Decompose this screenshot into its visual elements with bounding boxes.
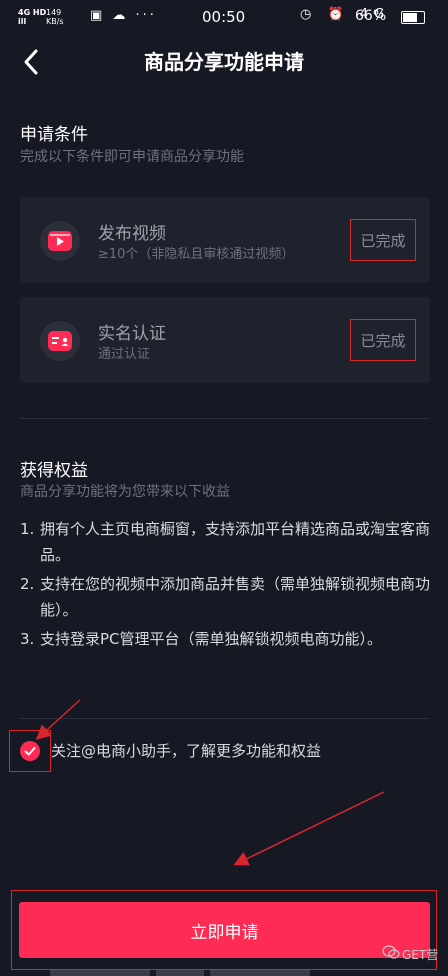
- benefits-subtitle: 商品分享功能将为您带来以下收益: [20, 484, 230, 500]
- notification-icons: ▣ ☁ ···: [90, 8, 157, 23]
- conditions-title: 申请条件: [20, 125, 88, 145]
- benefit-item: 1. 拥有个人主页电商橱窗，支持添加平台精选商品或淘宝客商品。: [20, 520, 431, 564]
- network-indicator: 4G HD ill: [18, 8, 47, 26]
- condition-title: 发布视频: [98, 224, 166, 244]
- battery-fill: [403, 13, 417, 22]
- condition-desc: ≥10个（非隐私且审核通过视频）: [98, 247, 295, 262]
- page-title: 商品分享功能申请: [144, 50, 304, 74]
- wechat-icon: [382, 945, 400, 959]
- condition-card-realname: 实名认证 通过认证 已完成: [20, 297, 430, 383]
- status-badge: 已完成: [350, 319, 416, 361]
- signal-icon: ill: [18, 17, 27, 26]
- status-badge: 已完成: [350, 219, 416, 261]
- conditions-subtitle: 完成以下条件即可申请商品分享功能: [20, 149, 244, 165]
- follow-checkbox[interactable]: [9, 730, 51, 772]
- condition-desc: 通过认证: [98, 347, 151, 362]
- battery-level: 66%: [355, 8, 387, 24]
- benefits-title: 获得权益: [20, 461, 88, 481]
- condition-card-video: 发布视频 ≥10个（非隐私且审核通过视频） 已完成: [20, 197, 430, 283]
- apply-button[interactable]: 立即申请: [19, 902, 430, 958]
- divider: [20, 418, 430, 419]
- bottom-strip: [50, 970, 310, 976]
- arrow-to-apply: [233, 791, 385, 866]
- watermark: GET营: [402, 948, 439, 962]
- network-speed: 149 KB/s: [46, 8, 64, 26]
- condition-title: 实名认证: [98, 324, 166, 344]
- benefit-item: 2. 支持在您的视频中添加商品并售卖（需单独解锁视频电商功能）。: [20, 575, 431, 619]
- benefit-item: 3. 支持登录PC管理平台（需单独解锁视频电商功能）。: [20, 630, 383, 648]
- check-icon: [20, 741, 40, 761]
- id-card-icon: [40, 321, 80, 361]
- follow-label[interactable]: 关注@电商小助手，了解更多功能和权益: [51, 740, 321, 761]
- divider: [20, 718, 430, 719]
- status-time: 00:50: [202, 8, 246, 26]
- video-icon: [40, 221, 80, 261]
- status-bar: 4G HD ill 149 KB/s ▣ ☁ ··· 00:50 ◷ ⏰ 4G 66…: [0, 0, 448, 34]
